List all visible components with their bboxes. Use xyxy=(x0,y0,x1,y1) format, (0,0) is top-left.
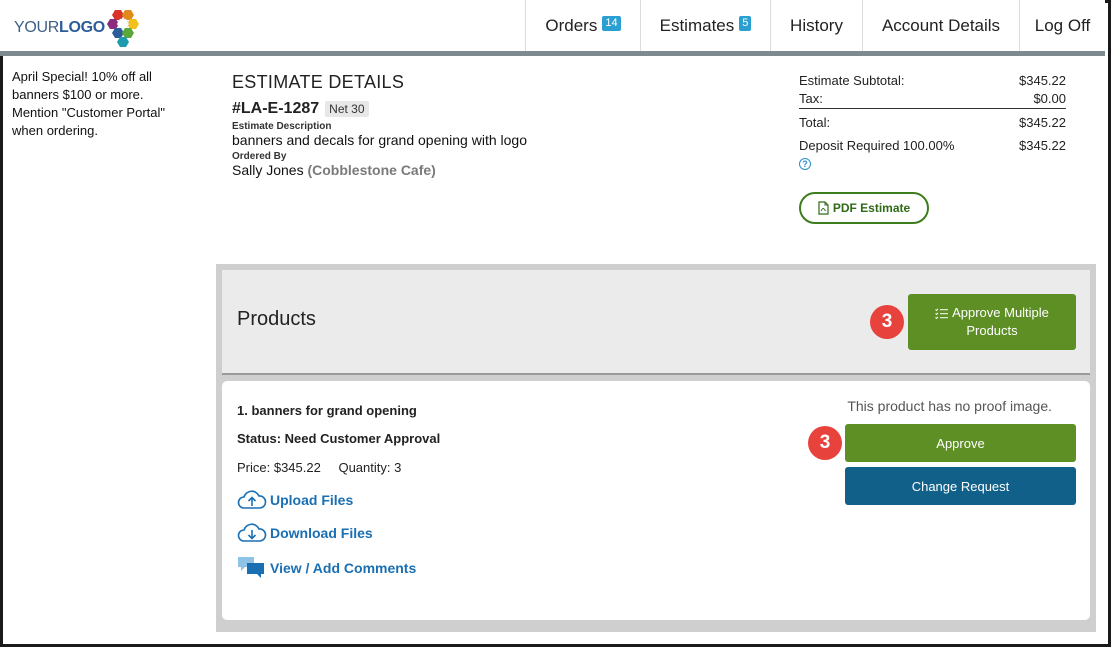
deposit-value: $345.22 xyxy=(1019,138,1066,153)
description-label: Estimate Description xyxy=(232,121,332,132)
ordered-by-value: Sally Jones (Cobblestone Cafe) xyxy=(232,162,752,178)
main-nav: Orders 14 Estimates 5 History Account De… xyxy=(525,0,1105,56)
total-label: Total: xyxy=(799,115,831,130)
product-price: Price: $345.22 xyxy=(237,460,321,475)
approve-multiple-line1: Approve Multiple xyxy=(935,304,1049,322)
change-request-button[interactable]: Change Request xyxy=(845,467,1076,505)
description-value: banners and decals for grand opening wit… xyxy=(232,132,527,148)
download-files-link[interactable]: Download Files xyxy=(237,522,373,544)
estimate-details: ESTIMATE DETAILS #LA-E-1287 Net 30 Estim… xyxy=(232,72,752,178)
ordered-by-company: (Cobblestone Cafe) xyxy=(307,162,436,178)
estimate-totals: Estimate Subtotal: $345.22 Tax: $0.00 To… xyxy=(799,72,1066,224)
deposit-label: Deposit Required 100.00% xyxy=(799,138,955,153)
upload-files-link[interactable]: Upload Files xyxy=(237,489,353,511)
subtotal-row: Estimate Subtotal: $345.22 xyxy=(799,72,1066,90)
approve-button[interactable]: Approve xyxy=(845,424,1076,462)
step-badge: 3 xyxy=(870,305,904,339)
nav-estimates[interactable]: Estimates 5 xyxy=(640,0,770,56)
terms-tag: Net 30 xyxy=(325,101,369,117)
header-divider xyxy=(0,51,1105,56)
tax-row: Tax: $0.00 xyxy=(799,90,1066,109)
pdf-estimate-label: PDF Estimate xyxy=(832,201,911,215)
nav-history-label: History xyxy=(790,15,843,35)
product-price-qty: Price: $345.22 Quantity: 3 xyxy=(237,460,401,475)
pdf-file-icon xyxy=(818,201,829,215)
tax-value: $0.00 xyxy=(1033,91,1066,106)
pdf-estimate-button[interactable]: PDF Estimate xyxy=(799,192,929,224)
nav-account-details[interactable]: Account Details xyxy=(862,0,1019,51)
estimates-count-badge: 5 xyxy=(739,16,752,31)
product-status: Status: Need Customer Approval xyxy=(237,431,441,446)
page-title: ESTIMATE DETAILS xyxy=(232,72,405,92)
ordered-by-name: Sally Jones xyxy=(232,162,304,178)
checklist-icon xyxy=(935,307,949,319)
approve-multiple-products-button[interactable]: Approve Multiple Products xyxy=(908,294,1076,350)
subtotal-value: $345.22 xyxy=(1019,73,1066,88)
download-files-label: Download Files xyxy=(270,525,373,541)
product-quantity: Quantity: 3 xyxy=(338,460,402,475)
cloud-upload-icon xyxy=(237,490,267,509)
estimate-number: #LA-E-1287 xyxy=(232,100,320,117)
total-row: Total: $345.22 xyxy=(799,114,1066,132)
product-card: 1. banners for grand opening Status: Nee… xyxy=(222,381,1090,620)
ordered-by-label: Ordered By xyxy=(232,151,287,162)
nav-estimates-label: Estimates xyxy=(659,15,735,35)
upload-files-label: Upload Files xyxy=(270,492,354,508)
help-icon[interactable]: ? xyxy=(799,158,811,170)
nav-account-details-label: Account Details xyxy=(881,15,1001,35)
products-title: Products xyxy=(237,308,316,330)
nav-history[interactable]: History xyxy=(770,0,862,51)
products-header: Products 3 Approve Multiple Products xyxy=(222,270,1090,375)
approve-multiple-line2: Products xyxy=(966,323,1018,338)
nav-log-off-label: Log Off xyxy=(1034,15,1091,35)
deposit-row: Deposit Required 100.00% $345.22 xyxy=(799,137,1066,155)
total-value: $345.22 xyxy=(1019,115,1066,130)
step-badge: 3 xyxy=(808,426,842,460)
promo-message: April Special! 10% off all banners $100 … xyxy=(12,69,166,138)
comments-icon xyxy=(238,557,264,578)
tax-label: Tax: xyxy=(799,91,823,106)
product-title: 1. banners for grand opening xyxy=(237,403,417,418)
view-add-comments-link[interactable]: View / Add Comments xyxy=(237,555,416,581)
company-logo[interactable]: YOURLOGO xyxy=(14,7,140,49)
subtotal-label: Estimate Subtotal: xyxy=(799,73,905,88)
nav-orders-label: Orders xyxy=(545,15,598,35)
estimate-number-row: #LA-E-1287 Net 30 xyxy=(232,100,752,118)
view-add-comments-label: View / Add Comments xyxy=(270,560,417,576)
no-proof-message: This product has no proof image. xyxy=(847,398,1052,414)
products-panel: Products 3 Approve Multiple Products 1. … xyxy=(216,264,1096,632)
nav-log-off[interactable]: Log Off xyxy=(1019,0,1105,51)
orders-count-badge: 14 xyxy=(602,16,621,31)
top-header: YOURLOGO Orders 14 Estimates 5 History A… xyxy=(0,0,1105,56)
logo-hexagon-icon xyxy=(106,10,139,47)
nav-orders[interactable]: Orders 14 xyxy=(525,0,640,51)
logo-text: YOURLOGO xyxy=(14,19,105,36)
cloud-download-icon xyxy=(237,523,267,542)
